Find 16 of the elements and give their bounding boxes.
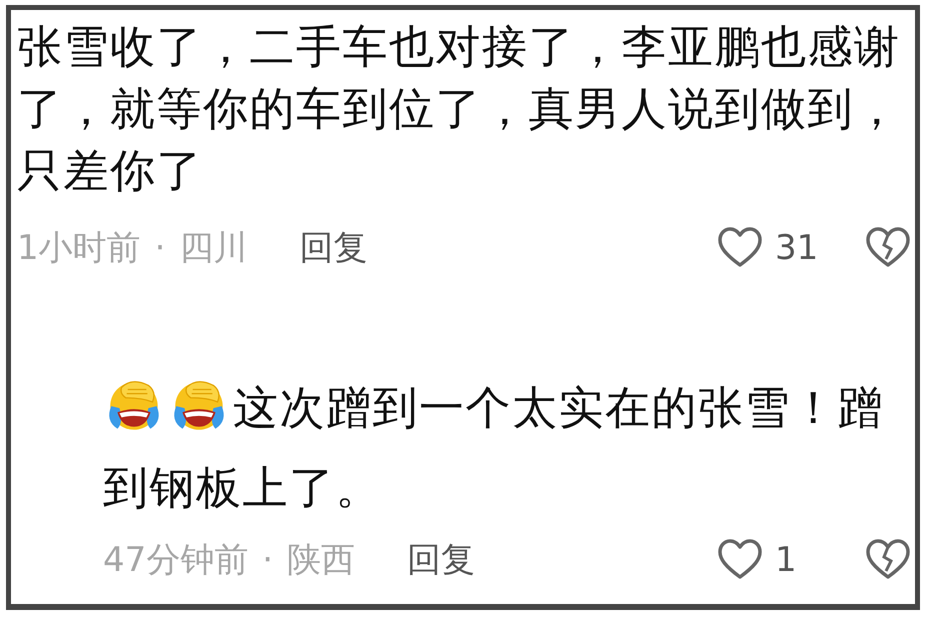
separator-dot: · (262, 538, 274, 582)
broken-heart-icon[interactable] (865, 539, 911, 581)
comment-time: 1小时前 (17, 226, 141, 270)
separator-dot: · (154, 226, 166, 270)
reply-link[interactable]: 回复 (299, 222, 368, 274)
comment-location: 四川 (179, 226, 248, 270)
reply-link[interactable]: 回复 (407, 534, 476, 586)
like-count: 1 (775, 538, 798, 582)
comment-location: 陕西 (287, 538, 356, 582)
like-count: 31 (775, 226, 820, 270)
comment-text: 张雪收了，二手车也对接了，李亚鹏也感谢了，就等你的车到位了，真男人说到做到，只差你了 (17, 19, 902, 199)
broken-heart-icon[interactable] (865, 227, 911, 269)
comment-time: 47分钟前 (103, 538, 248, 582)
comment-text: 这次蹭到一个太实在的张雪！蹭到钢板上了。 (103, 368, 911, 528)
heart-icon[interactable] (717, 227, 763, 269)
heart-icon[interactable] (717, 539, 763, 581)
